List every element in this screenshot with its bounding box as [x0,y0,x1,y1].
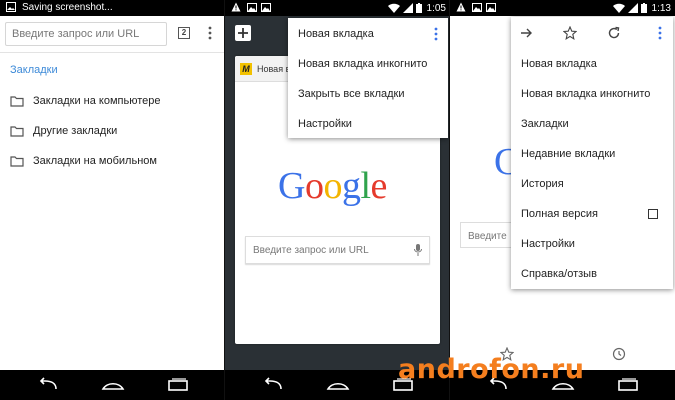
menu-item-new-incognito-tab[interactable]: Новая вкладка инкогнито [521,88,650,100]
signal-icon [402,3,413,13]
logo-letter: l [360,165,371,207]
logo-letter: e [370,165,388,207]
desktop-version-checkbox[interactable] [648,209,658,219]
omnibox-placeholder: Введите запрос или URL [12,28,140,40]
menu-item-settings[interactable]: Настройки [298,118,352,130]
folder-icon [10,126,24,137]
image-icon [486,3,496,12]
menu-item-new-tab[interactable]: Новая вкладка [298,28,374,40]
recent-apps-icon[interactable] [166,377,190,393]
menu-item-history[interactable]: История [521,178,564,190]
battery-icon [640,3,647,13]
bookmarks-title: Закладки [10,64,58,76]
menu-item-recent-tabs[interactable]: Недавние вкладки [521,148,615,160]
browser-menu-screen: 1:13 G Введите Новая вкладка Новая вклад… [450,0,675,400]
warning-icon [231,2,241,12]
kebab-menu-icon[interactable] [658,26,662,40]
status-bar: 1:13 [450,0,675,16]
overflow-menu: Новая вкладка Новая вкладка инкогнито За… [511,17,673,289]
warning-icon [456,2,466,12]
star-icon[interactable] [563,26,577,40]
folder-icon [10,96,24,107]
home-icon[interactable] [326,377,350,393]
logo-letter: o [323,165,342,207]
bookmark-folder-label: Другие закладки [33,125,118,137]
microphone-icon[interactable] [414,244,422,256]
bookmarks-screen: Saving screenshot... Введите запрос или … [0,0,225,400]
history-icon[interactable] [612,347,626,361]
clock: 1:05 [426,2,446,14]
menu-item-new-incognito-tab[interactable]: Новая вкладка инкогнито [298,58,427,70]
bookmark-folder-label: Закладки на мобильном [33,155,157,167]
watermark: androfon.ru [398,354,585,385]
favicon: M [240,63,252,75]
clock: 1:13 [651,2,671,14]
kebab-menu-icon[interactable] [434,27,438,41]
status-text: Saving screenshot... [22,2,113,13]
bookmark-folder-desktop[interactable]: Закладки на компьютере [10,91,220,111]
search-placeholder: Введите [468,231,507,242]
recent-apps-icon[interactable] [616,377,640,393]
wifi-icon [387,3,400,13]
google-search-box[interactable]: Введите запрос или URL [245,236,430,264]
image-icon [6,2,16,12]
divider [0,52,225,53]
home-icon[interactable] [101,377,125,393]
new-tab-button[interactable] [235,25,251,41]
menu-toolbar [511,17,673,49]
image-icon [261,3,271,12]
kebab-menu-icon[interactable] [208,26,212,40]
menu-item-close-all-tabs[interactable]: Закрыть все вкладки [298,88,405,100]
omnibox[interactable]: Введите запрос или URL [5,22,167,46]
battery-icon [415,3,422,13]
arrow-forward-icon[interactable] [519,26,533,40]
back-icon[interactable] [36,377,60,393]
status-bar: Saving screenshot... [0,0,225,16]
back-icon[interactable] [261,377,285,393]
tab-count: 2 [181,28,187,37]
menu-item-bookmarks[interactable]: Закладки [521,118,569,130]
status-bar: 1:05 [225,0,450,16]
bookmark-folder-label: Закладки на компьютере [33,95,161,107]
navigation-bar [0,370,225,400]
tab-switcher-screen: 1:05 M Новая вкладка Google Введите запр… [225,0,450,400]
overflow-menu: Новая вкладка Новая вкладка инкогнито За… [288,18,448,138]
google-logo: Google [278,164,387,208]
logo-letter: G [278,165,305,207]
refresh-icon[interactable] [607,26,621,40]
menu-item-settings[interactable]: Настройки [521,238,575,250]
menu-item-new-tab[interactable]: Новая вкладка [521,58,597,70]
wifi-icon [612,3,625,13]
menu-item-help-feedback[interactable]: Справка/отзыв [521,268,597,280]
signal-icon [627,3,638,13]
image-icon [472,3,482,12]
folder-icon [10,156,24,167]
menu-item-desktop-version[interactable]: Полная версия [521,208,598,220]
logo-letter: g [341,165,361,207]
image-icon [247,3,257,12]
search-placeholder: Введите запрос или URL [253,245,369,256]
logo-letter: o [304,165,324,207]
tab-switcher-button[interactable]: 2 [178,27,190,39]
bookmark-folder-mobile[interactable]: Закладки на мобильном [10,151,220,171]
bookmark-folder-other[interactable]: Другие закладки [10,121,220,141]
plus-icon [238,28,248,38]
